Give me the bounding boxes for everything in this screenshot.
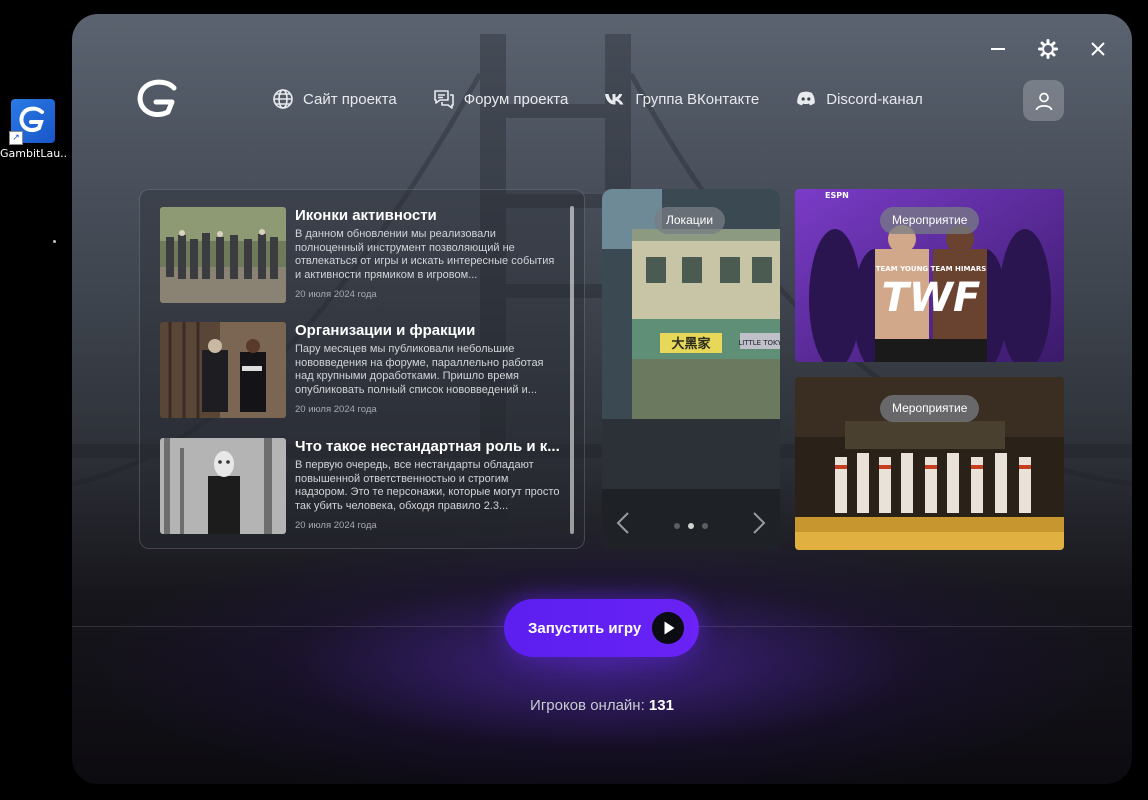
play-icon xyxy=(652,612,684,644)
nav-vk-label: Группа ВКонтакте xyxy=(635,90,760,108)
carousel-tag: Локации xyxy=(654,207,726,234)
carousel-image: 大黑家 LITTLE TOKY xyxy=(602,189,780,549)
event-tag: Мероприятие xyxy=(880,207,980,234)
event-logo-text: TWF xyxy=(882,275,981,321)
profile-button[interactable] xyxy=(1023,80,1064,121)
carousel-prev-button[interactable] xyxy=(616,511,630,540)
nav-forum-label: Форум проекта xyxy=(463,90,569,108)
desktop-icon-label: GambitLau... xyxy=(0,147,66,160)
shop-sign-secondary: LITTLE TOKY xyxy=(738,339,780,347)
event-sponsor-label: ESPN xyxy=(825,191,849,200)
close-button[interactable] xyxy=(1087,38,1109,60)
online-count: 131 xyxy=(648,697,674,714)
carousel-dot[interactable] xyxy=(702,523,708,529)
carousel-indicators xyxy=(674,523,716,529)
settings-button[interactable] xyxy=(1037,38,1059,60)
online-counter: Игроков онлайн: 131 xyxy=(72,697,1132,714)
close-icon xyxy=(1091,42,1105,56)
launch-game-button[interactable]: Запустить игру xyxy=(504,599,699,657)
shortcut-arrow-icon: ↗ xyxy=(9,131,23,145)
event-card[interactable]: ESPN TEAM YOUNG TEAM HIMARS TWF Мероприя… xyxy=(795,189,1064,362)
news-panel: Иконки активности В данном обновлении мы… xyxy=(139,189,585,549)
chevron-right-icon xyxy=(753,512,766,534)
minimize-icon xyxy=(991,48,1005,50)
news-date: 20 июля 2024 года xyxy=(295,520,377,531)
gambit-logo xyxy=(136,78,180,127)
news-description: В данном обновлении мы реализовали полно… xyxy=(295,228,555,281)
nav-site-label: Сайт проекта xyxy=(303,90,397,108)
locations-carousel[interactable]: 大黑家 LITTLE TOKY Локации xyxy=(602,189,780,549)
discord-icon xyxy=(797,91,816,106)
desktop-dot xyxy=(53,240,56,243)
news-item[interactable]: Иконки активности В данном обновлении мы… xyxy=(160,207,560,303)
gambit-app-icon: ↗ xyxy=(9,99,55,145)
vk-icon xyxy=(605,94,624,105)
gear-icon xyxy=(1038,39,1058,59)
launcher-window: Сайт проекта Форум проекта Группа ВКонта… xyxy=(72,14,1132,784)
forum-icon xyxy=(433,90,454,109)
news-date: 20 июля 2024 года xyxy=(295,404,377,415)
news-title: Организации и фракции xyxy=(295,322,476,339)
news-title: Что такое нестандартная роль и к... xyxy=(295,438,560,455)
top-navigation: Сайт проекта Форум проекта Группа ВКонта… xyxy=(272,88,959,110)
nav-discord-label: Discord-канал xyxy=(826,90,923,108)
chevron-left-icon xyxy=(616,512,629,534)
carousel-dot[interactable] xyxy=(688,523,694,529)
news-thumbnail xyxy=(160,207,286,303)
shop-sign: 大黑家 xyxy=(671,336,711,352)
online-label: Игроков онлайн: xyxy=(530,697,645,714)
news-item[interactable]: Организации и фракции Пару месяцев мы пу… xyxy=(160,322,560,418)
event-card[interactable]: Мероприятие xyxy=(795,377,1064,550)
news-scrollbar[interactable] xyxy=(570,206,574,534)
nav-vk-link[interactable]: Группа ВКонтакте xyxy=(604,88,759,110)
news-item[interactable]: Что такое нестандартная роль и к... В пе… xyxy=(160,438,560,534)
desktop-shortcut-gambit[interactable]: ↗ GambitLau... xyxy=(0,97,66,160)
globe-icon xyxy=(273,89,293,109)
user-icon xyxy=(1035,92,1052,110)
news-description: Пару месяцев мы публиковали небольшие но… xyxy=(295,343,544,396)
nav-forum-link[interactable]: Форум проекта xyxy=(433,88,569,110)
news-title: Иконки активности xyxy=(295,207,437,224)
nav-discord-link[interactable]: Discord-канал xyxy=(795,88,923,110)
news-thumbnail xyxy=(160,438,286,534)
launch-game-label: Запустить игру xyxy=(528,620,642,637)
minimize-button[interactable] xyxy=(987,38,1009,60)
carousel-next-button[interactable] xyxy=(752,511,766,540)
event-tag: Мероприятие xyxy=(880,395,980,422)
nav-site-link[interactable]: Сайт проекта xyxy=(272,88,397,110)
news-thumbnail xyxy=(160,322,286,418)
news-description: В первую очередь, все нестандарты облада… xyxy=(295,459,560,512)
news-date: 20 июля 2024 года xyxy=(295,289,377,300)
carousel-dot[interactable] xyxy=(674,523,680,529)
event-teams-label: TEAM YOUNG TEAM HIMARS xyxy=(876,265,987,273)
